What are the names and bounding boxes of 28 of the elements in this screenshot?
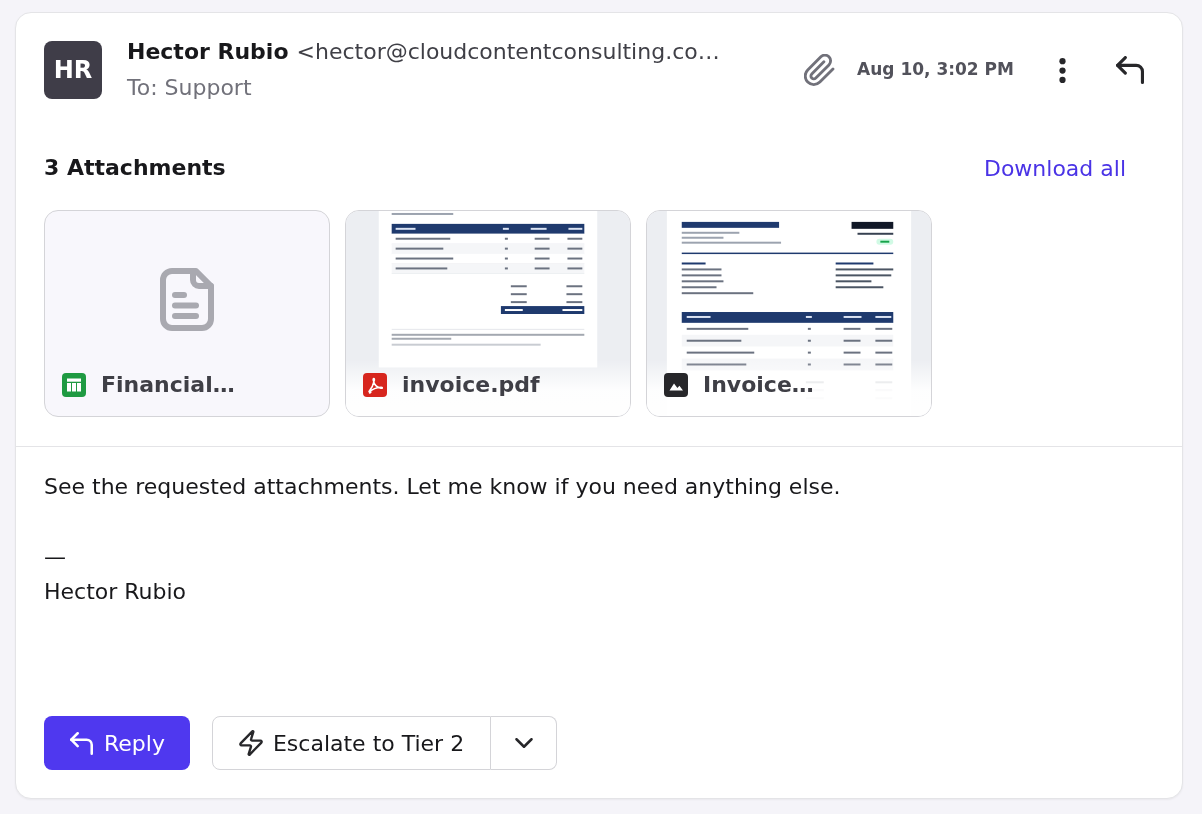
file-name: Invoice… <box>703 371 814 399</box>
attachments-heading: 3 Attachments <box>44 154 226 182</box>
reply-arrow-icon <box>1116 56 1144 84</box>
dropdown-toggle-button[interactable] <box>491 716 558 770</box>
paperclip-icon <box>804 54 836 86</box>
attachment-card[interactable]: Financial… <box>44 210 330 417</box>
sender-email: <hector@cloudcontentconsulting.co… <box>296 38 720 66</box>
download-all-link[interactable]: Download all <box>983 151 1126 185</box>
kebab-icon <box>1058 57 1066 83</box>
file-name: invoice.pdf <box>402 371 540 399</box>
chevron-down-icon <box>514 738 533 748</box>
sender-name: Hector Rubio <box>127 38 289 66</box>
timestamp: Aug 10, 3:02 PM <box>857 58 1014 82</box>
message-text: See the requested attachments. Let me know if you need anything else. <box>44 473 841 501</box>
lightning-icon <box>238 730 263 756</box>
file-name: Financial… <box>101 371 235 399</box>
signature-separator: — <box>44 543 66 571</box>
attachment-card[interactable]: Invoice… <box>646 210 932 417</box>
escalate-button[interactable]: Escalate to Tier 2 <box>211 716 492 770</box>
image-icon <box>664 373 688 397</box>
attachment-card[interactable]: invoice.pdf <box>345 210 631 417</box>
reply-arrow-icon <box>70 731 93 755</box>
signature-name: Hector Rubio <box>44 578 187 606</box>
reply-button[interactable]: Reply <box>44 716 190 770</box>
avatar: HR <box>44 41 102 99</box>
pdf-icon <box>363 373 387 397</box>
recipient-text: To: Support <box>127 74 252 102</box>
spreadsheet-icon <box>62 373 86 397</box>
